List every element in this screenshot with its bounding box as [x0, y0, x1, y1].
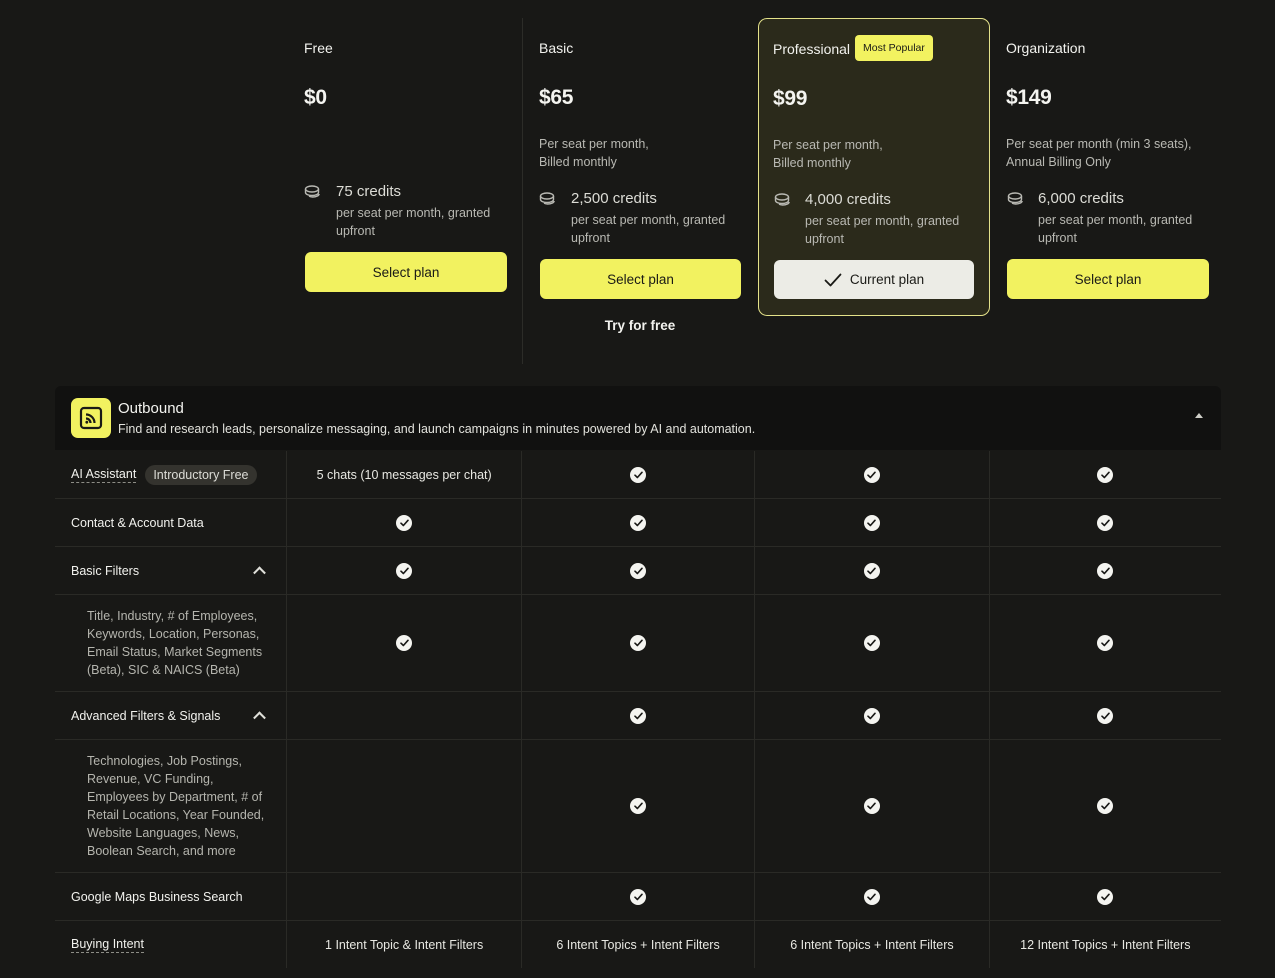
- section-description: Find and research leads, personalize mes…: [118, 422, 756, 436]
- section-title: Outbound: [118, 400, 184, 417]
- check-circle-icon: [396, 635, 413, 651]
- check-circle-icon: [863, 514, 880, 531]
- plan-credits-free: 75 credits: [336, 183, 402, 200]
- table-row: Contact & Account Data: [55, 499, 1221, 547]
- select-plan-organization-button[interactable]: Select plan: [1007, 259, 1209, 299]
- check-circle-icon: [1097, 798, 1114, 814]
- most-popular-badge: Most Popular: [855, 35, 933, 61]
- chevron-up-icon[interactable]: [253, 710, 267, 724]
- advanced-filters-details: Technologies, Job Postings, Revenue, VC …: [87, 754, 265, 858]
- table-row: Technologies, Job Postings, Revenue, VC …: [55, 740, 1221, 873]
- feature-value: 12 Intent Topics + Intent Filters: [1020, 937, 1191, 952]
- plan-credits-professional: 4,000 credits: [805, 191, 891, 208]
- feature-value: 6 Intent Topics + Intent Filters: [755, 921, 990, 968]
- checkmark-icon: [824, 273, 842, 286]
- plan-credits-note-professional: per seat per month, granted upfront: [805, 214, 960, 246]
- check-circle-icon: [396, 562, 413, 579]
- check-circle-icon: [863, 466, 880, 483]
- feature-value: [287, 873, 522, 920]
- check-circle-icon: [1097, 707, 1114, 724]
- plan-name-professional: Professional: [773, 41, 851, 57]
- table-row: Advanced Filters & Signals: [55, 692, 1221, 740]
- plan-billing-organization: Per seat per month (min 3 seats), Annual…: [1006, 137, 1192, 169]
- plan-billing-basic: Per seat per month, Billed monthly: [539, 137, 649, 169]
- select-plan-basic-button[interactable]: Select plan: [540, 259, 741, 299]
- caret-up-icon[interactable]: [1195, 413, 1203, 418]
- check-circle-icon: [630, 514, 647, 531]
- check-circle-icon: [396, 514, 413, 531]
- feature-value: 5 chats (10 messages per chat): [287, 451, 522, 498]
- introductory-free-chip: Introductory Free: [145, 464, 257, 485]
- check-circle-icon: [1097, 514, 1114, 531]
- plan-price-professional: $99: [773, 87, 808, 110]
- feature-label-buying-intent[interactable]: Buying Intent: [71, 937, 144, 953]
- coins-icon: [1007, 192, 1023, 205]
- coins-icon: [774, 193, 790, 206]
- check-circle-icon: [630, 562, 647, 579]
- feature-label-google-maps: Google Maps Business Search: [71, 889, 243, 904]
- plan-name-organization: Organization: [1006, 40, 1086, 56]
- plan-name-free: Free: [304, 40, 333, 56]
- check-circle-icon: [630, 798, 647, 814]
- check-circle-icon: [863, 798, 880, 814]
- table-row: Title, Industry, # of Employees, Keyword…: [55, 595, 1221, 692]
- feature-label-basic-filters: Basic Filters: [71, 563, 140, 578]
- check-circle-icon: [630, 888, 647, 905]
- check-circle-icon: [630, 635, 647, 651]
- check-circle-icon: [1097, 562, 1114, 579]
- feature-value: 6 Intent Topics + Intent Filters: [522, 921, 756, 968]
- plan-credits-note-basic: per seat per month, granted upfront: [571, 213, 726, 245]
- feature-value: [287, 740, 522, 872]
- feature-comparison-table: AI Assistant Introductory Free 5 chats (…: [55, 451, 1221, 968]
- check-circle-icon: [863, 888, 880, 905]
- feature-label-contact-data: Contact & Account Data: [71, 515, 204, 530]
- feature-label-ai-assistant[interactable]: AI Assistant: [71, 467, 137, 483]
- plan-name-basic: Basic: [539, 40, 574, 56]
- table-row: Buying Intent 1 Intent Topic & Intent Fi…: [55, 921, 1221, 968]
- try-for-free-link[interactable]: Try for free: [540, 318, 740, 333]
- check-circle-icon: [630, 466, 647, 483]
- plan-credits-note-organization: per seat per month, granted upfront: [1038, 213, 1193, 245]
- feature-value: 1 Intent Topic & Intent Filters: [287, 921, 522, 968]
- coins-icon: [539, 192, 555, 205]
- basic-filters-details: Title, Industry, # of Employees, Keyword…: [87, 609, 263, 677]
- outbound-logo-icon: [71, 398, 111, 438]
- check-circle-icon: [863, 707, 880, 724]
- coins-icon: [304, 185, 320, 198]
- plan-billing-professional: Per seat per month, Billed monthly: [773, 138, 883, 170]
- table-row: AI Assistant Introductory Free 5 chats (…: [55, 451, 1221, 499]
- check-circle-icon: [1097, 888, 1114, 905]
- check-circle-icon: [1097, 466, 1114, 483]
- current-plan-label: Current plan: [849, 272, 925, 287]
- check-circle-icon: [863, 562, 880, 579]
- plan-price-organization: $149: [1006, 86, 1052, 109]
- feature-value: [287, 692, 522, 739]
- feature-label-advanced-filters: Advanced Filters & Signals: [71, 708, 221, 723]
- check-circle-icon: [1097, 635, 1114, 651]
- chevron-up-icon[interactable]: [253, 565, 267, 579]
- plan-credits-organization: 6,000 credits: [1038, 190, 1124, 207]
- table-row: Google Maps Business Search: [55, 873, 1221, 921]
- current-plan-button[interactable]: Current plan: [774, 260, 974, 299]
- check-circle-icon: [863, 635, 880, 651]
- outbound-section-header[interactable]: Outbound Find and research leads, person…: [55, 386, 1221, 450]
- select-plan-free-button[interactable]: Select plan: [305, 252, 507, 292]
- table-row: Basic Filters: [55, 547, 1221, 595]
- plan-credits-basic: 2,500 credits: [571, 190, 657, 207]
- check-circle-icon: [630, 707, 647, 724]
- plan-price-free: $0: [304, 86, 327, 109]
- plan-price-basic: $65: [539, 86, 574, 109]
- plan-credits-note-free: per seat per month, granted upfront: [336, 206, 491, 238]
